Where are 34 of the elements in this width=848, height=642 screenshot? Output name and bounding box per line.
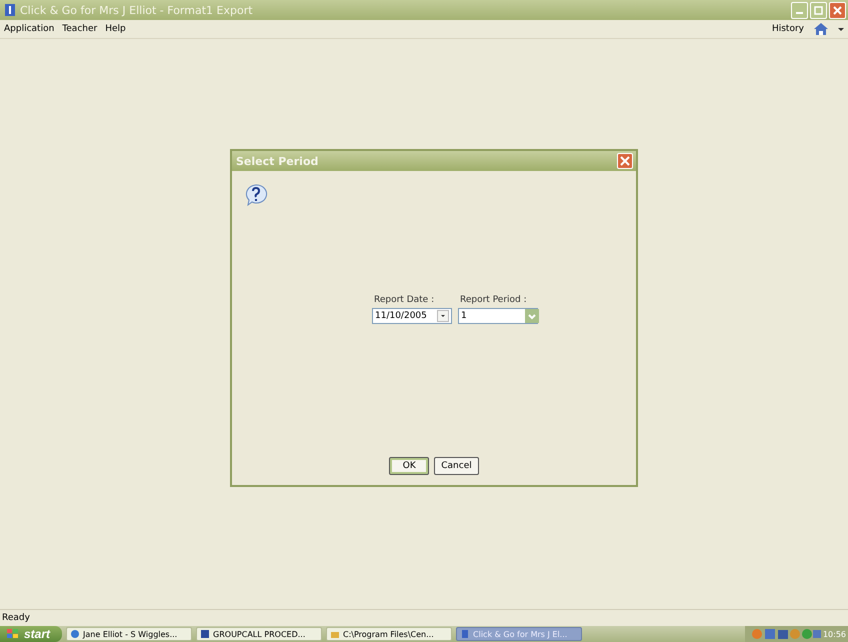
program-icon [70,629,80,639]
close-icon [833,6,842,14]
field-label: Report Period : [459,295,528,305]
cancel-button[interactable]: Cancel [434,457,479,475]
dropdown-field[interactable]: 1 [458,308,538,324]
program-icon [330,629,340,639]
maximize-icon [814,6,823,14]
app-icon [4,3,16,17]
history-button[interactable]: History [772,24,804,34]
taskbar-button[interactable]: C:\Program Files\Cen... [326,627,452,641]
home-icon[interactable] [812,22,830,36]
menu-item[interactable]: Help [105,24,126,34]
program-icon [460,629,470,639]
question-icon [244,183,268,207]
menu-item[interactable]: Application [4,24,54,34]
ok-button[interactable]: OK [389,457,430,475]
program-icon [200,629,210,639]
date-picker[interactable]: 11/10/2005 [372,308,452,324]
caret-icon[interactable] [838,26,844,32]
clock: 10:56 [822,630,846,638]
taskbar-button[interactable]: GROUPCALL PROCED... [196,627,322,641]
windows-logo-icon [6,628,20,640]
window-title: Click & Go for Mrs J Elliot - Format1 Export [20,4,254,16]
status-text: Ready [2,613,30,623]
field-label: Report Date : [373,295,436,305]
dialog-title: Select Period [236,154,318,168]
close-button[interactable] [617,153,633,169]
minimize-icon [796,12,803,14]
close-icon [620,156,630,166]
dropdown-arrow-icon [441,315,445,317]
close-button[interactable] [829,2,846,18]
tray-icons-drawing [750,628,821,640]
taskbar-button[interactable]: Jane Elliot - S Wiggles... [66,627,192,641]
menu-item[interactable]: Teacher [62,24,98,34]
